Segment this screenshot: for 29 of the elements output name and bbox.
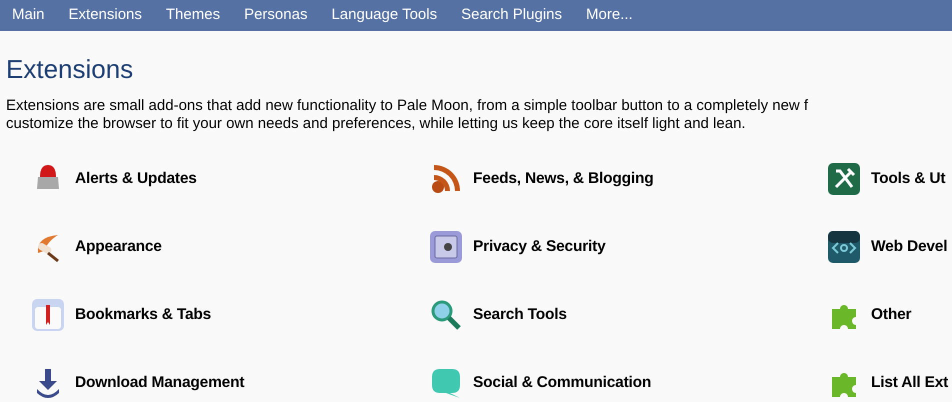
category-link[interactable]: Social & Communication xyxy=(473,371,652,395)
nav-link[interactable]: Personas xyxy=(232,0,320,31)
search-icon xyxy=(430,299,462,331)
category-link[interactable]: Feeds, News, & Blogging xyxy=(473,167,654,191)
category-link[interactable]: Alerts & Updates xyxy=(75,167,197,191)
tools-icon xyxy=(828,163,860,195)
nav-link[interactable]: Search Plugins xyxy=(449,0,574,31)
category-link[interactable]: Tools & Ut xyxy=(871,167,946,191)
category-link[interactable]: Download Management xyxy=(75,371,244,395)
nav-link[interactable]: Extensions xyxy=(56,0,154,31)
feed-icon xyxy=(430,163,462,195)
nav-link[interactable]: Main xyxy=(0,0,57,31)
category-link[interactable]: List All Ext xyxy=(871,371,948,395)
nav-link[interactable]: Language Tools xyxy=(319,0,450,31)
nav-link[interactable]: More... xyxy=(574,0,645,31)
category-link[interactable]: Web Devel xyxy=(871,235,948,259)
category-link[interactable]: Privacy & Security xyxy=(473,235,606,259)
intro-text: Extensions are small add-ons that add new functionality to Pale Moon, from a simple toolbar button to a completely new f xyxy=(6,97,810,115)
page-heading: Extensions xyxy=(6,53,134,85)
category-link[interactable]: Appearance xyxy=(75,235,162,259)
nav-link[interactable]: Themes xyxy=(154,0,232,31)
safe-icon xyxy=(430,231,462,263)
intro-text: customize the browser to fit your own needs and preferences, while letting us keep the core itself light and lean. xyxy=(6,115,747,133)
category-link[interactable]: Search Tools xyxy=(473,303,567,327)
book-icon xyxy=(32,299,64,331)
code-icon xyxy=(828,231,860,263)
category-link[interactable]: Bookmarks & Tabs xyxy=(75,303,212,327)
category-link[interactable]: Other xyxy=(871,303,912,327)
speech-bubble-icon xyxy=(430,367,462,399)
